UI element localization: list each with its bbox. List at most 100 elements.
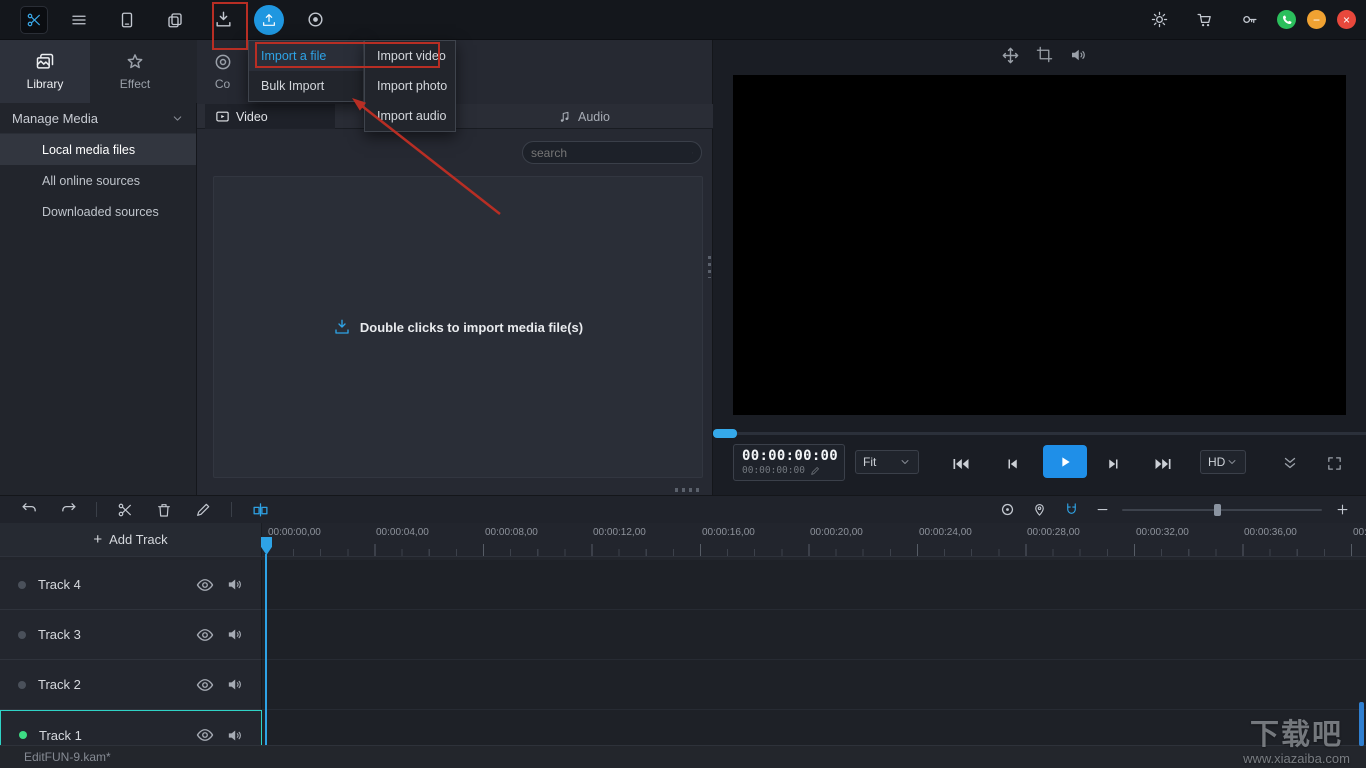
edit-timecode-icon[interactable] [810,466,820,476]
add-track-button[interactable]: + Add Track [0,523,262,557]
panel-nav-tabs: Library Effect [0,40,197,103]
media-dropzone[interactable]: Double clicks to import media file(s) [213,176,703,478]
minimize-button[interactable]: − [1307,10,1326,29]
fit-select[interactable]: Fit [855,450,919,474]
move-icon[interactable] [1001,46,1020,65]
tab-co-label: Co [215,77,230,91]
collapse-preview-button[interactable] [1277,450,1303,476]
search-input[interactable] [531,146,686,160]
menu-item-import-a-file[interactable]: Import a file [249,41,363,71]
fullscreen-button[interactable] [1321,450,1347,476]
search-icon[interactable] [692,146,693,160]
track-mute-toggle[interactable] [226,676,243,693]
main-menu-button[interactable] [62,3,96,37]
track-name: Track 2 [38,677,184,692]
tab-library[interactable]: Library [0,40,90,103]
play-button[interactable] [1043,445,1087,478]
fullscreen-icon [1326,455,1343,472]
split-button[interactable] [249,499,271,521]
chevron-down-icon [899,456,911,468]
track3-lane[interactable] [262,610,1366,660]
ruler-label: 00:00:04,00 [376,527,429,538]
screen-record-button[interactable] [298,3,332,37]
manage-media-dropdown[interactable]: Manage Media [0,103,196,134]
track-visibility-toggle[interactable] [196,726,214,744]
eye-icon [196,626,214,644]
track-visibility-toggle[interactable] [196,626,214,644]
track-mute-toggle[interactable] [226,576,243,593]
ruler-label: 00:00:12,00 [593,527,646,538]
speaker-icon [226,727,243,744]
track1-lane[interactable] [262,710,1366,745]
panel-resize-handle-vertical[interactable] [708,256,711,278]
project-filename: EditFUN-9.kam* [24,750,111,764]
sidebar-item-online-sources[interactable]: All online sources [0,165,196,196]
track2-lane[interactable] [262,660,1366,710]
vertical-scrollbar[interactable] [1359,702,1364,746]
close-button[interactable]: × [1337,10,1356,29]
media-tab-video[interactable]: Video [205,104,335,129]
menu-item-import-audio[interactable]: Import audio [365,101,455,131]
zoom-slider-handle[interactable] [1214,504,1221,516]
ruler-label: 00:00:36,00 [1244,527,1297,538]
track-visibility-toggle[interactable] [196,576,214,594]
track4-lane[interactable] [262,560,1366,610]
export-project-button[interactable] [158,3,192,37]
track2-header[interactable]: Track 2 [0,660,262,710]
edit-button[interactable] [192,499,214,521]
zoom-out-button[interactable] [1092,500,1112,520]
skip-to-start-button[interactable] [949,452,973,476]
track-visibility-toggle[interactable] [196,676,214,694]
menu-item-import-video[interactable]: Import video [365,41,455,71]
delete-button[interactable] [153,499,175,521]
license-button[interactable] [1232,3,1266,37]
topbar: − × [0,0,1366,40]
track-mute-toggle[interactable] [226,626,243,643]
seek-track[interactable] [713,432,1366,435]
settings-button[interactable] [1142,3,1176,37]
next-frame-button[interactable] [1101,452,1125,476]
track4-header[interactable]: Track 4 [0,560,262,610]
redo-button[interactable] [57,499,79,521]
sidebar-item-downloaded-sources[interactable]: Downloaded sources [0,196,196,227]
quality-select[interactable]: HD [1200,450,1246,474]
time-ruler[interactable]: 00:00:00,00 00:00:04,00 00:00:08,00 00:0… [262,523,1366,557]
keyframe-record-button[interactable] [996,499,1018,521]
tab-effect[interactable]: Effect [90,40,180,103]
menu-item-bulk-import[interactable]: Bulk Import [249,71,363,101]
effect-icon [125,52,145,72]
timeline-zoom-slider[interactable] [1122,503,1322,517]
share-upload-button[interactable] [254,5,284,35]
seek-thumb[interactable] [713,429,737,438]
ruler-label: 00:00:32,00 [1136,527,1189,538]
snap-toggle-button[interactable] [1060,499,1082,521]
cut-button[interactable] [114,499,136,521]
volume-icon[interactable] [1069,46,1087,64]
import-media-button[interactable] [206,3,240,37]
sidebar-item-local-media[interactable]: Local media files [0,134,196,165]
previous-frame-icon [1004,455,1022,473]
track-mute-toggle[interactable] [226,727,243,744]
menu-item-import-photo[interactable]: Import photo [365,71,455,101]
skip-start-icon [951,454,971,474]
tab-co-partial[interactable]: Co [197,40,248,103]
add-marker-button[interactable] [1028,499,1050,521]
track1-header[interactable]: Track 1 [0,710,262,745]
media-tab-audio[interactable]: Audio [548,104,640,129]
panel-resize-handle-horizontal[interactable] [675,488,701,492]
skip-to-end-button[interactable] [1151,452,1175,476]
cart-icon [1196,11,1213,28]
preview-screen[interactable] [733,75,1346,415]
zoom-in-button[interactable] [1332,500,1352,520]
contact-support-button[interactable] [1277,10,1296,29]
ruler-label: 00:00:24,00 [919,527,972,538]
phone-icon [1281,14,1293,26]
timeline-tracks: Track 4 Track 3 Track 2 [0,557,1366,745]
save-project-button[interactable] [110,3,144,37]
previous-frame-button[interactable] [1001,452,1025,476]
crop-icon[interactable] [1036,46,1053,63]
track3-header[interactable]: Track 3 [0,610,262,660]
tab-effect-label: Effect [120,77,150,91]
undo-button[interactable] [18,499,40,521]
store-button[interactable] [1187,3,1221,37]
